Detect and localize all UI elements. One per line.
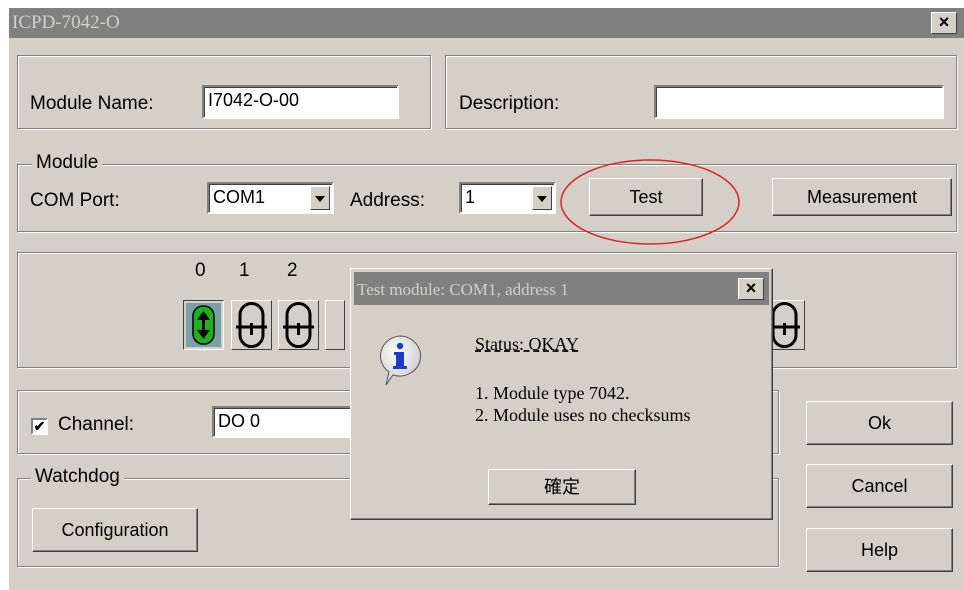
channel-plug-icon: [236, 302, 267, 348]
popup-ok-button[interactable]: 確定: [488, 469, 636, 505]
channel-0-button[interactable]: [183, 300, 224, 350]
description-label: Description:: [459, 93, 560, 114]
address-value: 1: [465, 187, 476, 207]
configuration-button[interactable]: Configuration: [32, 508, 198, 552]
module-name-input[interactable]: I7042-O-00: [202, 85, 399, 119]
module-legend: Module: [32, 152, 103, 174]
ok-button[interactable]: Ok: [806, 401, 953, 445]
popup-line-1: 1. Module type 7042.: [475, 383, 630, 403]
watchdog-legend: Watchdog: [31, 466, 124, 488]
channel-plug-icon: [283, 302, 314, 348]
help-button[interactable]: Help: [806, 528, 953, 572]
channel-name-input[interactable]: DO 0: [212, 406, 352, 438]
test-module-popup: Test module: COM1, address 1 × Status: O…: [350, 268, 773, 520]
popup-line-2: 2. Module uses no checksums: [475, 405, 691, 425]
address-select[interactable]: 1: [459, 182, 556, 214]
window-title: ICPD-7042-O: [12, 12, 120, 33]
address-dropdown-icon[interactable]: [532, 186, 552, 210]
channel-number-1: 1: [239, 260, 250, 281]
channel-label: Channel:: [58, 414, 135, 435]
address-label: Address:: [350, 190, 425, 211]
channel-1-button[interactable]: [231, 300, 272, 350]
channel-active-icon: [186, 303, 221, 347]
com-port-value: COM1: [213, 187, 266, 207]
close-button[interactable]: ×: [931, 12, 957, 34]
popup-title: Test module: COM1, address 1: [357, 280, 569, 299]
main-dialog: ICPD-7042-O × Module Name: I7042-O-00 De…: [9, 8, 964, 590]
measurement-button[interactable]: Measurement: [772, 178, 952, 216]
module-name-label: Module Name:: [30, 93, 154, 114]
popup-title-bar: Test module: COM1, address 1 ×: [354, 272, 769, 305]
com-port-select[interactable]: COM1: [207, 182, 334, 214]
channel-3-button[interactable]: [325, 300, 345, 350]
highlight-ellipse: [560, 159, 740, 245]
channel-checkbox[interactable]: ✔: [31, 418, 48, 435]
description-input[interactable]: [654, 85, 944, 119]
title-bar: ICPD-7042-O ×: [9, 8, 964, 38]
channel-2-button[interactable]: [278, 300, 319, 350]
channel-number-2: 2: [287, 260, 298, 281]
com-port-dropdown-icon[interactable]: [310, 186, 330, 210]
cancel-button[interactable]: Cancel: [806, 464, 953, 508]
info-icon: [380, 335, 421, 386]
popup-status: Status: OKAY: [475, 334, 579, 354]
popup-close-button[interactable]: ×: [738, 278, 764, 300]
channel-number-0: 0: [195, 260, 206, 281]
com-port-label: COM Port:: [30, 190, 120, 211]
